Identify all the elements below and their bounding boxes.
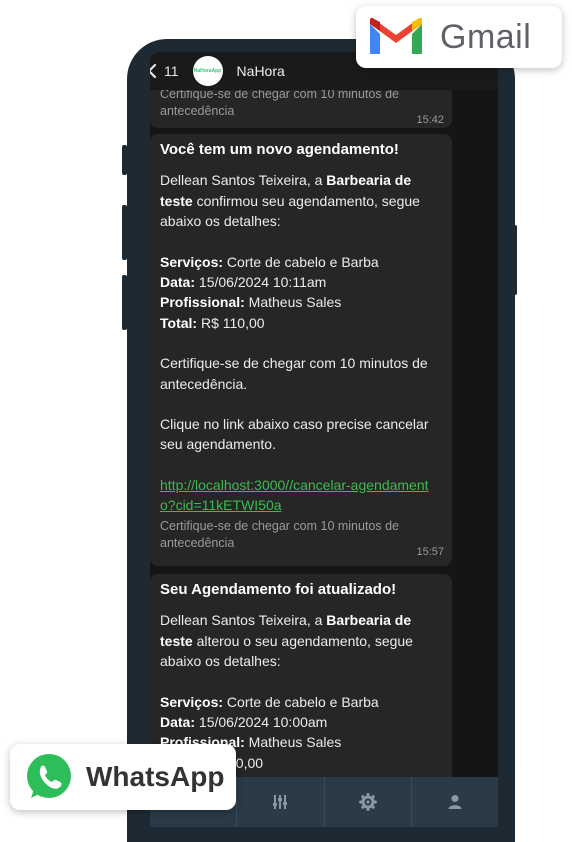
gmail-logo-icon — [370, 17, 422, 54]
detail-total: Total: R$ 110,00 — [160, 314, 265, 331]
avatar[interactable]: NaHoraApp — [192, 56, 223, 86]
phone-side-button — [122, 145, 127, 175]
phone-side-button — [122, 205, 127, 260]
message-reminder: Certifique-se de chegar com 10 minutos d… — [160, 355, 428, 392]
cancel-link[interactable]: http://localhost:3000//cancelar-agendame… — [160, 477, 429, 513]
message-cancel-text: Clique no link abaixo caso precise cance… — [160, 416, 429, 453]
gmail-badge: Gmail — [356, 6, 562, 68]
contact-name[interactable]: NaHora — [237, 63, 285, 79]
message-bubble[interactable]: Você tem um novo agendamento! Dellean Sa… — [150, 134, 452, 566]
detail-date: Data: 15/06/2024 10:00am — [160, 714, 328, 731]
detail-professional: Profissional: Matheus Sales — [160, 294, 342, 311]
person-icon — [448, 795, 462, 809]
message-title: Seu Agendamento foi atualizado! — [160, 581, 397, 598]
tab-filters[interactable] — [237, 777, 325, 827]
message-footer: Certifique-se de chegar com 10 minutos d… — [160, 518, 400, 550]
whatsapp-label: WhatsApp — [86, 761, 225, 792]
message-title: Você tem um novo agendamento! — [160, 141, 399, 158]
unread-count: 11 — [164, 63, 179, 79]
detail-services: Serviços: Corte de cabelo e Barba — [160, 253, 379, 270]
avatar-logo-text: NaHoraApp — [193, 68, 222, 74]
sliders-icon — [273, 795, 288, 809]
whatsapp-logo-icon — [27, 754, 71, 798]
chevron-left-icon — [150, 63, 157, 79]
message-time: 15:57 — [416, 545, 444, 558]
phone-side-button — [122, 275, 127, 330]
message-intro: Dellean Santos Teixeira, a Barbearia de … — [160, 172, 420, 230]
back-button[interactable]: 11 — [150, 63, 179, 79]
gmail-label: Gmail — [440, 17, 532, 56]
phone-side-button — [512, 225, 517, 295]
gear-icon — [358, 793, 377, 811]
message-intro: Dellean Santos Teixeira, a Barbearia de … — [160, 612, 413, 670]
tab-profile[interactable] — [412, 777, 498, 827]
phone-screen: Certifique-se de chegar com 10 minutos d… — [150, 52, 498, 827]
message-footer: Certifique-se de chegar com 10 minutos d… — [160, 87, 400, 118]
detail-date: Data: 15/06/2024 10:11am — [160, 274, 327, 291]
tab-settings[interactable] — [325, 777, 412, 827]
message-time: 15:42 — [416, 114, 444, 126]
whatsapp-badge: WhatsApp — [10, 744, 236, 810]
detail-services: Serviços: Corte de cabelo e Barba — [160, 693, 379, 710]
